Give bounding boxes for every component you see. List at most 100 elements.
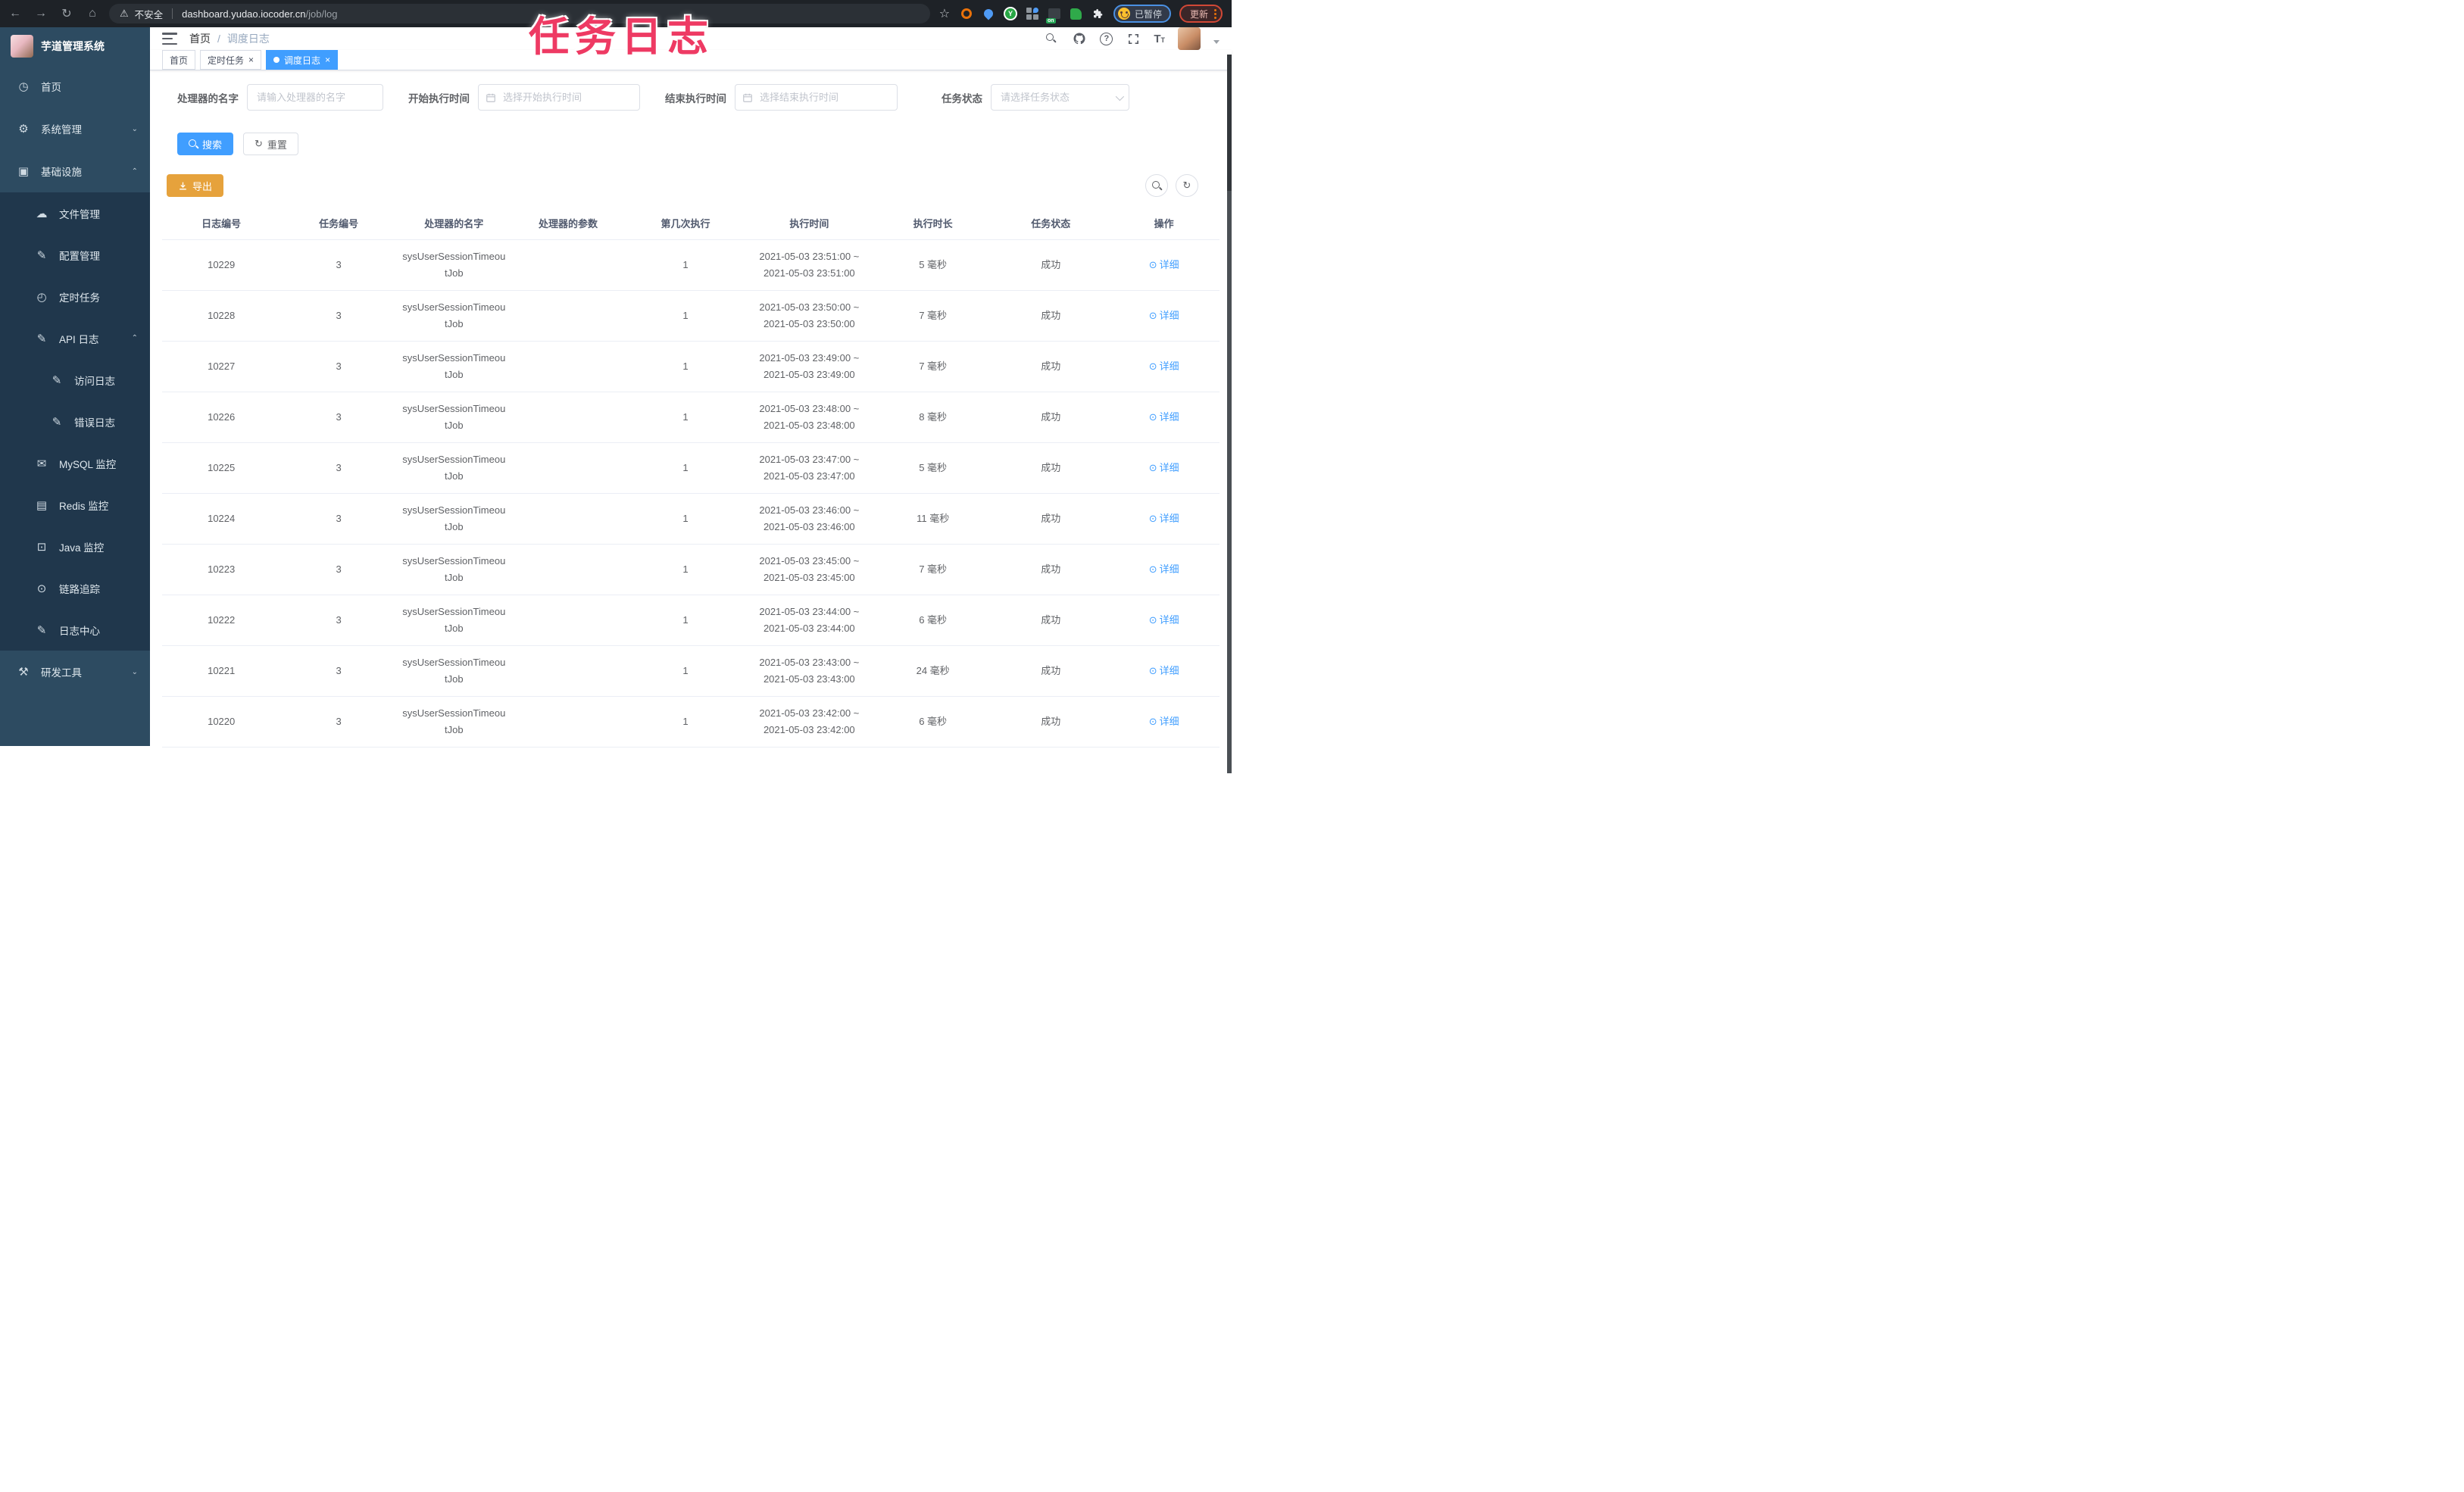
table-cell: 10225 <box>162 442 281 494</box>
github-icon[interactable] <box>1072 31 1087 46</box>
browser-update-button[interactable]: 更新 <box>1179 5 1223 23</box>
detail-link[interactable]: ⊙ 详细 <box>1149 460 1179 476</box>
breadcrumb-home[interactable]: 首页 <box>189 31 211 46</box>
toggle-search-button[interactable] <box>1145 174 1168 197</box>
extension-drop-icon[interactable] <box>982 7 995 20</box>
window-scrollbar[interactable] <box>1227 55 1232 773</box>
table-cell: 成功 <box>993 544 1109 595</box>
handler-name-input[interactable] <box>247 84 383 111</box>
begin-time-label: 开始执行时间 <box>408 92 470 105</box>
chevron-up-icon: ⌃ <box>131 334 138 342</box>
search-button[interactable]: 搜索 <box>177 133 234 155</box>
sidebar-logo-row[interactable]: 芋道管理系统 <box>0 27 150 65</box>
detail-link[interactable]: ⊙ 详细 <box>1149 358 1179 375</box>
table-cell: 3 <box>280 239 397 291</box>
search-icon[interactable] <box>1044 31 1059 46</box>
collapse-sidebar-icon[interactable] <box>162 33 177 45</box>
extensions-puzzle-icon[interactable] <box>1091 7 1105 20</box>
job-status-input[interactable] <box>991 84 1129 111</box>
fullscreen-icon[interactable] <box>1126 31 1141 46</box>
detail-link[interactable]: ⊙ 详细 <box>1149 409 1179 426</box>
detail-link[interactable]: ⊙ 详细 <box>1149 713 1179 730</box>
back-icon[interactable]: ← <box>6 5 24 23</box>
tab-定时任务[interactable]: 定时任务 × <box>200 50 262 70</box>
log-edit-icon: ✎ <box>36 332 47 345</box>
extension-orange-icon[interactable] <box>960 7 973 20</box>
app-logo-avatar <box>11 35 33 58</box>
tab-首页[interactable]: 首页 <box>162 50 196 70</box>
address-bar[interactable]: ⚠ 不安全 dashboard.yudao.iocoder.cn/job/log <box>109 4 930 23</box>
table-cell: 10227 <box>162 341 281 392</box>
sidebar-item-12[interactable]: ⊙ 链路追踪 <box>0 567 150 609</box>
sidebar-item-1[interactable]: ⚙ 系统管理 ⌄ <box>0 108 150 150</box>
table-cell: 3 <box>280 392 397 443</box>
reload-icon[interactable]: ↻ <box>58 5 76 23</box>
close-tab-icon[interactable]: × <box>248 55 254 65</box>
breadcrumb-current: 调度日志 <box>226 33 270 45</box>
eye-icon: ⊙ <box>1148 715 1157 727</box>
detail-link[interactable]: ⊙ 详细 <box>1149 510 1179 527</box>
export-button[interactable]: 导出 <box>167 174 224 197</box>
table-cell: 1 <box>625 595 746 646</box>
gear-icon: ⚙ <box>18 123 29 136</box>
app-window: 芋道管理系统 ◷ 首页 ⚙ 系统管理 ⌄ ▣ 基础设施 ⌃ ☁ 文件管理 ✎ 配置管理 ◴ 定时任务 ✎ AP… <box>0 27 1232 773</box>
sidebar-item-0[interactable]: ◷ 首页 <box>0 65 150 108</box>
tab-调度日志[interactable]: 调度日志 × <box>266 50 339 70</box>
sidebar-item-9[interactable]: ✉ MySQL 监控 <box>0 442 150 484</box>
browser-toolbar: ← → ↻ ⌂ ⚠ 不安全 dashboard.yudao.iocoder.cn… <box>0 0 1232 27</box>
sidebar-item-11[interactable]: ⊡ Java 监控 <box>0 526 150 567</box>
table-cell: 成功 <box>993 442 1109 494</box>
job-status-select <box>991 84 1129 111</box>
close-tab-icon[interactable]: × <box>325 55 330 65</box>
paused-extension-badge[interactable]: 已暂停 <box>1113 5 1171 23</box>
detail-link[interactable]: ⊙ 详细 <box>1149 663 1179 679</box>
execute-time-cell: 2021-05-03 23:48:00 ~2021-05-03 23:48:00 <box>745 392 873 443</box>
user-avatar[interactable] <box>1178 27 1201 50</box>
breadcrumb: 首页 / 调度日志 <box>189 31 270 46</box>
table-cell <box>511 442 626 494</box>
tag-tabs-bar: 首页 定时任务 × 调度日志 × <box>150 50 1232 70</box>
column-header: 处理器的参数 <box>511 207 626 240</box>
begin-time-field <box>478 84 640 111</box>
sidebar-item-3[interactable]: ☁ 文件管理 <box>0 192 150 234</box>
reset-button[interactable]: ↻ 重置 <box>243 133 298 155</box>
detail-link[interactable]: ⊙ 详细 <box>1149 257 1179 273</box>
table-cell: 成功 <box>993 290 1109 342</box>
help-icon[interactable]: ? <box>1100 32 1113 45</box>
forward-icon[interactable]: → <box>32 5 50 23</box>
extension-grid-icon[interactable] <box>1026 7 1039 20</box>
sidebar-item-4[interactable]: ✎ 配置管理 <box>0 234 150 276</box>
sidebar-item-5[interactable]: ◴ 定时任务 <box>0 276 150 317</box>
user-menu-caret-icon[interactable] <box>1213 39 1220 44</box>
table-cell: 10222 <box>162 595 281 646</box>
table-cell: sysUserSessionTimeoutJob <box>396 544 511 595</box>
sidebar-item-14[interactable]: ⚒ 研发工具 ⌄ <box>0 651 150 693</box>
sidebar-item-13[interactable]: ✎ 日志中心 <box>0 609 150 651</box>
sidebar-item-8[interactable]: ✎ 错误日志 <box>0 401 150 442</box>
browser-menu-icon[interactable] <box>1214 8 1216 19</box>
end-time-input[interactable] <box>735 84 898 111</box>
handler-name-label: 处理器的名字 <box>177 92 239 105</box>
table-cell: sysUserSessionTimeoutJob <box>396 493 511 545</box>
sidebar-item-7[interactable]: ✎ 访问日志 <box>0 359 150 401</box>
detail-link[interactable]: ⊙ 详细 <box>1149 561 1179 578</box>
sidebar-item-6[interactable]: ✎ API 日志 ⌃ <box>0 317 150 359</box>
table-cell: 7 毫秒 <box>873 544 994 595</box>
address-divider <box>172 8 173 19</box>
home-icon[interactable]: ⌂ <box>83 5 101 23</box>
begin-time-input[interactable] <box>478 84 640 111</box>
font-size-icon[interactable]: TT <box>1154 33 1165 45</box>
sidebar-item-10[interactable]: ▤ Redis 监控 <box>0 484 150 526</box>
sidebar-item-2[interactable]: ▣ 基础设施 ⌃ <box>0 150 150 192</box>
sidebar-menu: ◷ 首页 ⚙ 系统管理 ⌄ ▣ 基础设施 ⌃ ☁ 文件管理 ✎ 配置管理 ◴ 定时任务 ✎ API 日志 ⌃ ✎ 访… <box>0 65 150 693</box>
extension-y-icon[interactable]: Y <box>1003 7 1017 20</box>
end-time-label: 结束执行时间 <box>665 92 726 105</box>
detail-link[interactable]: ⊙ 详细 <box>1149 307 1179 324</box>
table-cell: 3 <box>280 544 397 595</box>
refresh-button[interactable]: ↻ <box>1176 174 1198 197</box>
extension-leaf-icon[interactable] <box>1070 7 1083 20</box>
extension-on-badge-icon[interactable] <box>1048 7 1061 20</box>
dashboard-icon: ◷ <box>18 80 29 93</box>
detail-link[interactable]: ⊙ 详细 <box>1149 612 1179 629</box>
bookmark-star-icon[interactable]: ☆ <box>938 7 951 20</box>
